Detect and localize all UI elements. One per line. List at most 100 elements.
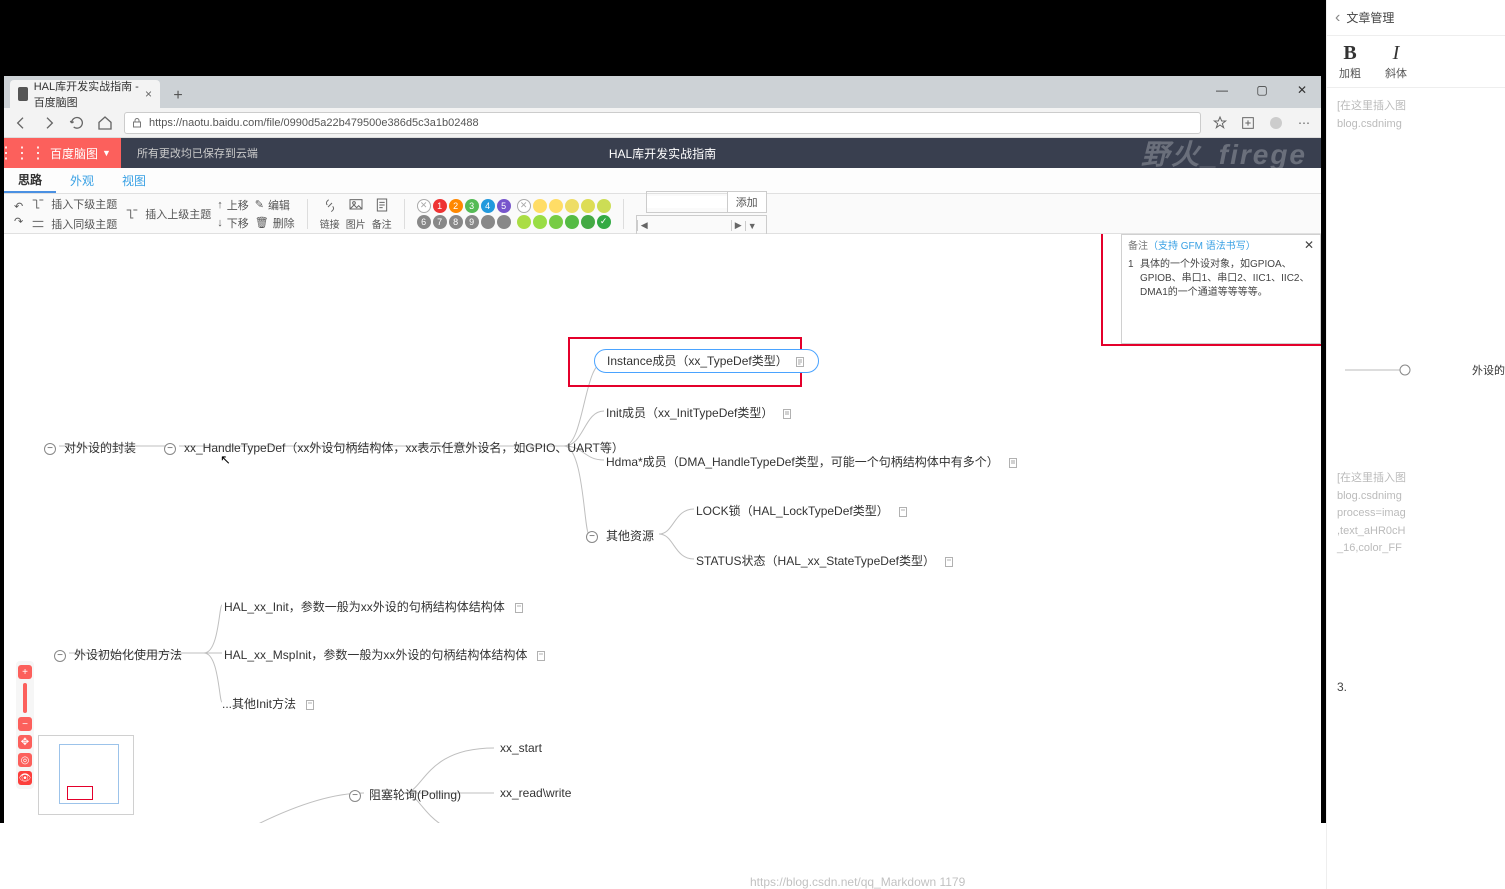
collapse-icon[interactable]: − (349, 790, 361, 802)
zoom-in-button[interactable]: + (18, 665, 32, 679)
node-hdma[interactable]: Hdma*成员（DMA_HandleTypeDef类型，可能一个句柄结构体中有多… (604, 453, 1019, 470)
url-text: https://naotu.baidu.com/file/0990d5a22b4… (149, 117, 479, 129)
node-hal-init[interactable]: HAL_xx_Init，参数一般为xx外设的句柄结构体结构体 (222, 598, 525, 615)
node-root-init-usage[interactable]: −外设初始化使用方法 (54, 646, 184, 663)
note-icon[interactable] (1007, 457, 1019, 469)
node-init[interactable]: Init成员（xx_InitTypeDef类型） (604, 404, 793, 421)
note-icon[interactable] (794, 356, 806, 368)
zoom-slider[interactable]: + − ✥ ◎ 👁 (16, 661, 34, 789)
node-lock[interactable]: LOCK锁（HAL_LockTypeDef类型） (694, 502, 909, 519)
priority-palette[interactable]: ✕ 1 2 3 4 5 (417, 199, 511, 213)
mindmap-canvas[interactable]: −对外设的封装 −xx_HandleTypeDef（xx外设句柄结构体，xx表示… (4, 234, 1321, 823)
locate-button[interactable]: ◎ (18, 753, 32, 767)
toolbar: ↶ ↷ 插入下级主题 插入同级主题 插入上级主题 ↑上移 ↓下移 ✎编辑 🗑删除… (4, 194, 1321, 234)
note-icon[interactable] (781, 408, 793, 420)
node-other-res[interactable]: −其他资源 (586, 527, 656, 544)
minimap[interactable] (38, 735, 134, 815)
tab-waiguan[interactable]: 外观 (56, 168, 108, 193)
edit-button[interactable]: 编辑 (268, 197, 290, 213)
eye-button[interactable]: 👁 (18, 771, 32, 785)
tab-close-icon[interactable]: × (145, 87, 152, 101)
node-instance[interactable]: Instance成员（xx_TypeDef类型） (594, 352, 819, 369)
image-icon[interactable] (347, 196, 365, 214)
collapse-icon[interactable]: − (586, 531, 598, 543)
insert-sibling-icon (29, 215, 47, 233)
move-down-button[interactable]: 下移 (227, 215, 249, 231)
tab-silu[interactable]: 思路 (4, 168, 56, 193)
insert-parent-button[interactable]: 插入上级主题 (145, 206, 211, 222)
notes-gfm-link[interactable]: （支持 GFM 语法书写） (1148, 237, 1256, 252)
tag-input[interactable] (647, 196, 727, 208)
app-menu-button[interactable]: ⋮⋮⋮ (4, 138, 40, 168)
favorite-button[interactable] (1211, 114, 1229, 132)
delete-icon: 🗑 (255, 216, 269, 229)
window-close-button[interactable]: ✕ (1282, 76, 1322, 104)
node-other-init[interactable]: ...其他Init方法 (220, 695, 316, 712)
lock-icon (131, 117, 143, 129)
note-icon[interactable] (513, 602, 525, 614)
node-root-peripheral-wrap[interactable]: −对外设的封装 (44, 439, 138, 456)
insert-parent-icon (123, 205, 141, 223)
back-button[interactable] (12, 114, 30, 132)
delete-button[interactable]: 删除 (273, 215, 295, 231)
window-minimize-button[interactable]: — (1202, 76, 1242, 104)
progress-palette[interactable]: ✕ (517, 199, 611, 213)
profile-button[interactable] (1267, 114, 1285, 132)
node-hal-msp[interactable]: HAL_xx_MspInit，参数一般为xx外设的句柄结构体结构体 (222, 646, 547, 663)
collapse-icon[interactable]: − (164, 443, 176, 455)
move-up-button[interactable]: 上移 (227, 197, 249, 213)
insert-child-button[interactable]: 插入下级主题 (51, 196, 117, 212)
zoom-out-button[interactable]: − (18, 717, 32, 731)
notes-panel: 备注（支持 GFM 语法书写） ✕ 1具体的一个外设对象，如GPIOA、GPIOB… (1121, 234, 1321, 344)
doc-title: HAL库开发实战指南 (609, 145, 716, 162)
brand-button[interactable]: 百度脑图▼ (40, 138, 121, 168)
pan-button[interactable]: ✥ (18, 735, 32, 749)
note-icon[interactable] (897, 506, 909, 518)
insert-sibling-button[interactable]: 插入同级主题 (51, 216, 117, 232)
refresh-button[interactable] (68, 114, 86, 132)
menu-button[interactable]: ⋯ (1295, 114, 1313, 132)
right-title: 文章管理 (1346, 9, 1394, 26)
redo-button[interactable]: ↷ (14, 215, 23, 228)
collections-button[interactable] (1239, 114, 1257, 132)
note-icon[interactable] (943, 556, 955, 568)
address-bar: https://naotu.baidu.com/file/0990d5a22b4… (4, 108, 1321, 138)
node-polling[interactable]: −阻塞轮询(Polling) (349, 786, 463, 803)
image-label: 图片 (346, 216, 366, 231)
tab-shitu[interactable]: 视图 (108, 168, 160, 193)
node-xx-rw[interactable]: xx_read\write (498, 786, 573, 800)
tag-add-button[interactable]: 添加 (727, 192, 766, 212)
progress-palette-2[interactable]: ✓ (517, 215, 611, 229)
node-xx-start[interactable]: xx_start (498, 741, 544, 755)
new-tab-button[interactable]: + (166, 84, 190, 108)
right-body: [在这里插入图 blog.csdnimg (1327, 88, 1505, 143)
window-maximize-button[interactable]: ▢ (1242, 76, 1282, 104)
note-icon[interactable] (373, 196, 391, 214)
notes-close-button[interactable]: ✕ (1304, 238, 1314, 252)
note-icon[interactable] (304, 699, 316, 711)
back-chevron-icon[interactable]: ‹ (1335, 9, 1340, 27)
priority-palette-2[interactable]: 6 7 8 9 (417, 215, 511, 229)
favicon (18, 87, 28, 101)
undo-button[interactable]: ↶ (14, 200, 23, 213)
footer-watermark-url: https://blog.csdn.net/qq_Markdown 1179 (750, 875, 965, 889)
forward-button[interactable] (40, 114, 58, 132)
notes-title: 备注 (1128, 237, 1148, 252)
link-icon[interactable] (321, 196, 339, 214)
home-button[interactable] (96, 114, 114, 132)
bold-button[interactable]: B加粗 (1339, 42, 1361, 81)
collapse-icon[interactable]: − (44, 443, 56, 455)
right-editor-pane: ‹ 文章管理 B加粗 I斜体 [在这里插入图 blog.csdnimg 外设的 … (1326, 0, 1505, 889)
edit-icon: ✎ (255, 198, 264, 211)
node-handle-typedef[interactable]: −xx_HandleTypeDef（xx外设句柄结构体，xx表示任意外设名，如G… (164, 439, 626, 456)
collapse-icon[interactable]: − (54, 650, 66, 662)
save-status: 所有更改均已保存到云端 (137, 145, 258, 161)
notes-body[interactable]: 1具体的一个外设对象，如GPIOA、GPIOB、串口1、串口2、IIC1、IIC… (1122, 254, 1320, 304)
url-box[interactable]: https://naotu.baidu.com/file/0990d5a22b4… (124, 112, 1201, 134)
italic-button[interactable]: I斜体 (1385, 42, 1407, 81)
browser-tab[interactable]: HAL库开发实战指南 - 百度脑图 × (10, 80, 160, 108)
right-body-2: [在这里插入图 blog.csdnimg process=imag ,text_… (1327, 460, 1416, 568)
node-status[interactable]: STATUS状态（HAL_xx_StateTypeDef类型） (694, 552, 955, 569)
insert-child-icon (29, 195, 47, 213)
note-icon[interactable] (535, 650, 547, 662)
